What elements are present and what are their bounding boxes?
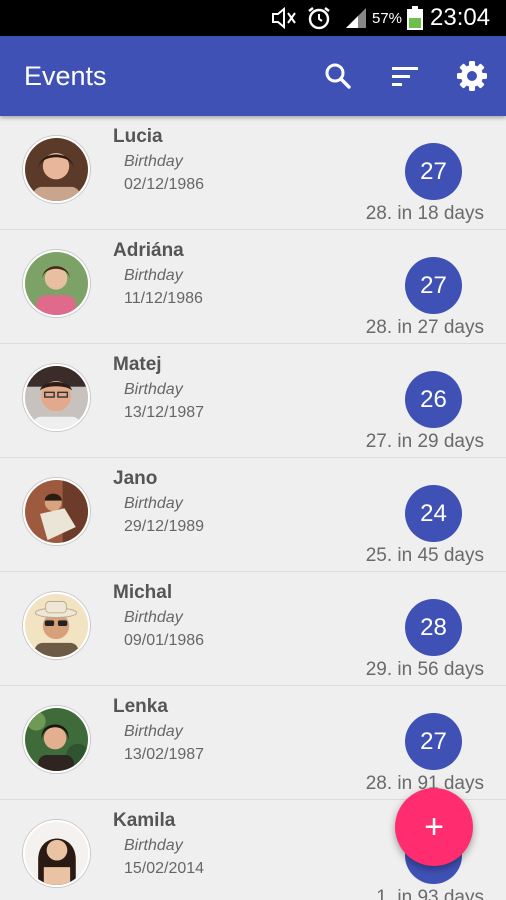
clock: 23:04 <box>430 4 491 31</box>
battery-icon <box>406 0 424 36</box>
avatar <box>23 592 90 659</box>
event-date: 13/12/1987 <box>124 404 205 421</box>
avatar <box>23 136 90 203</box>
avatar <box>23 706 90 773</box>
age-badge: 28 <box>405 599 462 656</box>
event-countdown: 25. in 45 days <box>365 545 484 566</box>
event-name: Jano <box>113 468 158 489</box>
event-type: Birthday <box>124 837 183 854</box>
alarm-icon <box>306 0 332 36</box>
event-countdown: 27. in 29 days <box>365 431 484 452</box>
search-button[interactable] <box>318 56 358 96</box>
avatar <box>23 478 90 545</box>
event-date: 13/02/1987 <box>124 746 205 763</box>
event-type: Birthday <box>124 267 183 284</box>
age-badge: 26 <box>405 371 462 428</box>
event-name: Adriána <box>113 240 184 261</box>
event-name: Matej <box>113 354 162 375</box>
event-date: 15/02/2014 <box>124 860 205 877</box>
event-date: 29/12/1989 <box>124 518 205 535</box>
plus-icon: + <box>424 807 444 846</box>
avatar <box>23 250 90 317</box>
add-event-button[interactable]: + <box>395 788 473 866</box>
mute-icon <box>270 0 298 36</box>
page-title: Events <box>24 61 107 91</box>
sort-icon <box>392 67 418 86</box>
event-date: 11/12/1986 <box>124 290 203 307</box>
settings-icon <box>457 61 487 91</box>
age-badge: 27 <box>405 257 462 314</box>
event-type: Birthday <box>124 723 183 740</box>
event-type: Birthday <box>124 381 183 398</box>
battery-percent: 57% <box>372 9 403 27</box>
signal-icon <box>344 0 368 36</box>
event-type: Birthday <box>124 495 183 512</box>
event-row-jano[interactable]: Jano Birthday 29/12/1989 24 25. in 45 da… <box>0 458 506 572</box>
event-name: Kamila <box>113 810 176 831</box>
settings-button[interactable] <box>452 56 492 96</box>
event-date: 09/01/1986 <box>124 632 205 649</box>
event-countdown: 1. in 93 days <box>376 887 484 900</box>
event-name: Lenka <box>113 696 168 717</box>
event-type: Birthday <box>124 153 183 170</box>
event-row-michal[interactable]: Michal Birthday 09/01/1986 28 29. in 56 … <box>0 572 506 686</box>
age-badge: 27 <box>405 143 462 200</box>
event-name: Lucia <box>113 126 163 147</box>
age-badge: 27 <box>405 713 462 770</box>
event-row-lenka[interactable]: Lenka Birthday 13/02/1987 27 28. in 91 d… <box>0 686 506 800</box>
event-countdown: 29. in 56 days <box>365 659 484 680</box>
event-row-adriana[interactable]: Adriána Birthday 11/12/1986 27 28. in 27… <box>0 230 506 344</box>
age-badge: 24 <box>405 485 462 542</box>
event-countdown: 28. in 18 days <box>365 203 484 224</box>
event-row-lucia[interactable]: Lucia Birthday 02/12/1986 27 28. in 18 d… <box>0 116 506 230</box>
status-bar: 57% 23:04 <box>0 0 506 36</box>
event-list: Lucia Birthday 02/12/1986 27 28. in 18 d… <box>0 116 506 900</box>
app-bar: Events <box>0 36 506 116</box>
avatar <box>23 364 90 431</box>
event-type: Birthday <box>124 609 183 626</box>
sort-button[interactable] <box>385 56 425 96</box>
event-date: 02/12/1986 <box>124 176 205 193</box>
event-countdown: 28. in 27 days <box>365 317 484 338</box>
event-row-matej[interactable]: Matej Birthday 13/12/1987 26 27. in 29 d… <box>0 344 506 458</box>
search-icon <box>325 63 351 89</box>
avatar <box>23 820 90 887</box>
event-name: Michal <box>113 582 173 603</box>
